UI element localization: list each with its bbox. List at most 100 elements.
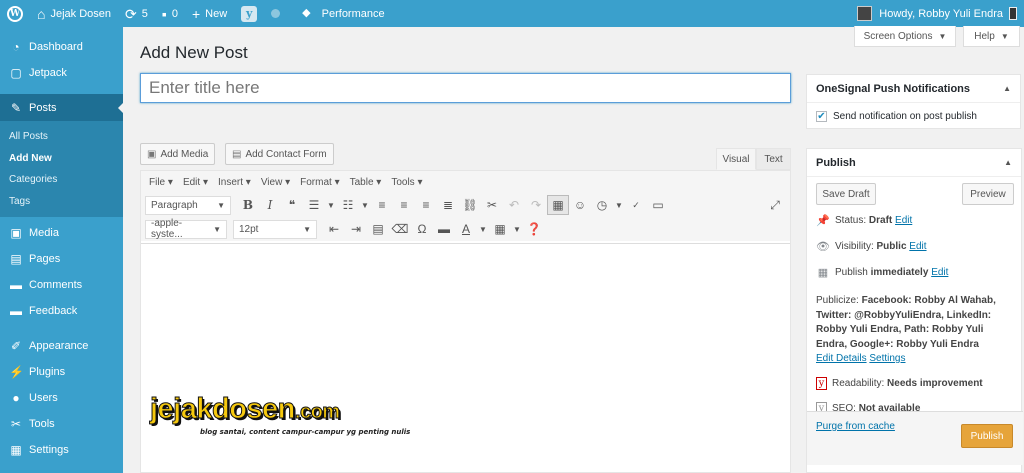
add-media-button[interactable]: ▣ Add Media	[140, 143, 216, 165]
sidebar-item-appearance[interactable]: ✐ Appearance	[0, 333, 123, 359]
table-icon[interactable]: ▦	[489, 219, 511, 239]
indent-icon[interactable]: ⇥	[345, 219, 367, 239]
sidebar-item-users[interactable]: ● Users	[0, 385, 123, 411]
sidebar-item-dashboard[interactable]: ◔ Dashboard	[0, 34, 123, 60]
publish-header[interactable]: Publish ▲	[807, 149, 1021, 177]
sidebar-item-feedback[interactable]: ▬ Feedback	[0, 298, 123, 324]
sidebar-item-tools[interactable]: ✂ Tools	[0, 411, 123, 437]
edit-status-link[interactable]: Edit	[895, 215, 912, 226]
save-draft-button[interactable]: Save Draft	[816, 183, 876, 205]
redo-icon[interactable]: ↷	[525, 195, 547, 215]
submenu-tags[interactable]: Tags	[0, 191, 123, 213]
sidebar-item-media[interactable]: ▣ Media	[0, 220, 123, 246]
numbered-list-icon[interactable]: ☷	[337, 195, 359, 215]
toolbar-toggle-icon[interactable]: ▦	[547, 195, 569, 215]
publicize-settings-link[interactable]: Settings	[869, 353, 905, 364]
justify-icon[interactable]: ≣	[437, 195, 459, 215]
menu-tools[interactable]: Tools ▾	[386, 177, 427, 188]
sidebar-item-posts[interactable]: ✎ Posts	[0, 94, 124, 121]
schedule-row: ▦ Publish immediately Edit	[816, 266, 949, 279]
edit-details-link[interactable]: Edit Details	[816, 353, 867, 364]
help-button[interactable]: Help ▼	[963, 26, 1020, 47]
new-content-link[interactable]: + New	[185, 0, 234, 27]
comments-link[interactable]: ▪ 0	[155, 0, 185, 27]
yoast-readability-icon: y	[816, 377, 827, 390]
screen-options-button[interactable]: Screen Options ▼	[854, 26, 956, 47]
my-account-menu[interactable]: Howdy, Robby Yuli Endra	[850, 0, 1024, 27]
menu-insert[interactable]: Insert ▾	[213, 177, 256, 188]
clock-dropdown-icon[interactable]: ▼	[613, 195, 625, 215]
preview-icon[interactable]: ▭	[647, 195, 669, 215]
checkbox-checked-icon[interactable]: ✔	[816, 110, 827, 122]
sidebar-item-label: Feedback	[29, 305, 78, 317]
add-contact-form-button[interactable]: ▤ Add Contact Form	[225, 143, 334, 165]
help-circle-icon[interactable]: ❓	[523, 219, 545, 239]
spellcheck-icon[interactable]: ✓	[625, 195, 647, 215]
wordpress-logo-icon: W	[7, 5, 23, 22]
font-size-select[interactable]: 12pt ▼	[233, 219, 317, 239]
blockquote-icon[interactable]: ❝	[281, 195, 303, 215]
editor-content-area[interactable]: jejakdosen.com blog santai, content camp…	[141, 243, 790, 457]
italic-button[interactable]: I	[259, 195, 281, 215]
post-title-input[interactable]	[140, 73, 791, 103]
publicize-section: Publicize: Facebook: Robby Al Wahab, Twi…	[816, 294, 1016, 367]
fullscreen-icon[interactable]: ⤢	[764, 195, 786, 215]
submenu-add-new[interactable]: Add New	[0, 148, 123, 170]
onesignal-header[interactable]: OneSignal Push Notifications ▲	[807, 75, 1020, 103]
menu-format[interactable]: Format ▾	[295, 177, 344, 188]
align-right-icon[interactable]: ≡	[415, 195, 437, 215]
submenu-categories[interactable]: Categories	[0, 169, 123, 191]
status-dot-menu[interactable]	[264, 0, 287, 27]
text-color-icon[interactable]: A	[455, 219, 477, 239]
outdent-icon[interactable]: ⇤	[323, 219, 345, 239]
tab-visual[interactable]: Visual	[716, 148, 756, 170]
sidebar-item-label: Comments	[29, 279, 83, 291]
tab-text[interactable]: Text	[756, 148, 791, 170]
sidebar-item-comments[interactable]: ▬ Comments	[0, 272, 123, 298]
link-icon[interactable]: ⛓	[459, 195, 481, 215]
format-select[interactable]: Paragraph ▼	[145, 195, 231, 215]
site-name-link[interactable]: ⌂ Jejak Dosen	[30, 0, 118, 27]
eraser-icon[interactable]: ⌫	[389, 219, 411, 239]
comments-count: 0	[171, 7, 178, 20]
major-publishing-actions: Purge from cache Publish	[807, 411, 1023, 465]
menu-table[interactable]: Table ▾	[345, 177, 387, 188]
text-color-dropdown-icon[interactable]: ▼	[477, 219, 489, 239]
clock-icon[interactable]: ◷	[591, 195, 613, 215]
emoticon-icon[interactable]: ☺	[569, 195, 591, 215]
wp-logo-menu[interactable]: W	[0, 0, 30, 27]
edit-schedule-link[interactable]: Edit	[931, 267, 948, 278]
performance-link[interactable]: ◆ Performance	[295, 0, 391, 27]
menu-edit[interactable]: Edit ▾	[178, 177, 213, 188]
tab-visual-label: Visual	[722, 153, 750, 165]
align-center-icon[interactable]: ≡	[393, 195, 415, 215]
preview-button[interactable]: Preview	[962, 183, 1014, 205]
sidebar-item-jetpack[interactable]: ▢ Jetpack	[0, 60, 123, 86]
omega-icon[interactable]: Ω	[411, 219, 433, 239]
submenu-all-posts[interactable]: All Posts	[0, 126, 123, 148]
unlink-icon[interactable]: ✂	[481, 195, 503, 215]
paste-text-icon[interactable]: ▤	[367, 219, 389, 239]
horizontal-rule-icon[interactable]: ▬	[433, 219, 455, 239]
yoast-menu[interactable]: y	[234, 0, 264, 27]
bullet-list-dropdown-icon[interactable]: ▼	[325, 195, 337, 215]
table-dropdown-icon[interactable]: ▼	[511, 219, 523, 239]
purge-cache-link[interactable]: Purge from cache	[816, 421, 895, 432]
sidebar-item-plugins[interactable]: ⚡ Plugins	[0, 359, 123, 385]
menu-file[interactable]: File ▾	[144, 177, 178, 188]
align-left-icon[interactable]: ≡	[371, 195, 393, 215]
onesignal-option[interactable]: ✔ Send notification on post publish	[807, 103, 1020, 129]
font-family-select[interactable]: -apple-syste... ▼	[145, 218, 227, 240]
publish-button[interactable]: Publish	[961, 424, 1013, 448]
bold-button[interactable]: B	[237, 195, 259, 215]
bullet-list-icon[interactable]: ☰	[303, 195, 325, 215]
collapse-arrow-icon[interactable]: ▲	[1003, 84, 1011, 93]
sidebar-item-settings[interactable]: ▦ Settings	[0, 437, 123, 463]
menu-view[interactable]: View ▾	[256, 177, 295, 188]
edit-visibility-link[interactable]: Edit	[909, 241, 926, 252]
updates-link[interactable]: ⟳ 5	[118, 0, 155, 27]
undo-icon[interactable]: ↶	[503, 195, 525, 215]
sidebar-item-pages[interactable]: ▤ Pages	[0, 246, 123, 272]
numbered-list-dropdown-icon[interactable]: ▼	[359, 195, 371, 215]
collapse-arrow-icon[interactable]: ▲	[1004, 158, 1012, 167]
